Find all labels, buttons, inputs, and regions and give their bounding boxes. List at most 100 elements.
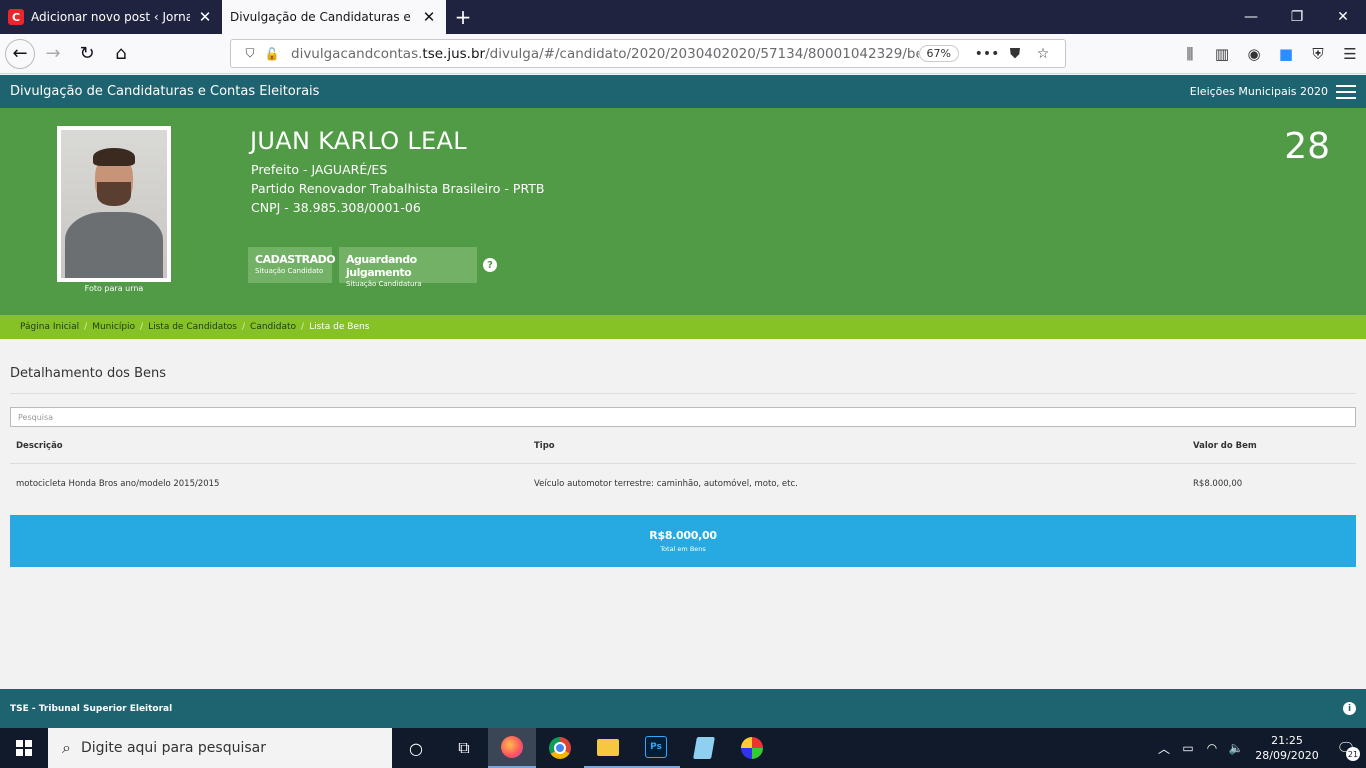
total-assets-bar: R$8.000,00 Total em Bens bbox=[10, 515, 1356, 567]
firefox-taskbar-icon[interactable] bbox=[488, 728, 536, 768]
close-window-icon[interactable]: ✕ bbox=[1320, 0, 1366, 34]
hamburger-menu-icon[interactable] bbox=[1336, 84, 1356, 99]
zoom-extension-icon[interactable]: ■ bbox=[1270, 45, 1302, 63]
column-header-descricao[interactable]: Descrição bbox=[16, 441, 63, 451]
photoshop-taskbar-icon[interactable]: Ps bbox=[632, 728, 680, 768]
bookmark-star-icon[interactable]: ☆ bbox=[1029, 46, 1057, 62]
tab-jornal[interactable]: C Adicionar novo post ‹ Jornal O ✕ bbox=[0, 0, 222, 34]
column-header-tipo[interactable]: Tipo bbox=[534, 441, 555, 451]
forward-icon[interactable]: → bbox=[37, 38, 69, 70]
site-footer: TSE - Tribunal Superior Eleitoral i bbox=[0, 689, 1366, 728]
total-label: Total em Bens bbox=[660, 545, 706, 553]
start-button[interactable] bbox=[0, 728, 48, 768]
site-header: Divulgação de Candidaturas e Contas Elei… bbox=[0, 75, 1366, 108]
notification-count: 21 bbox=[1346, 747, 1360, 761]
library-icon[interactable]: ⫼ bbox=[1174, 45, 1206, 63]
column-header-valor[interactable]: Valor do Bem bbox=[1193, 441, 1257, 451]
wifi-icon[interactable]: ◠ bbox=[1200, 741, 1224, 755]
chrome-taskbar-icon[interactable] bbox=[536, 728, 584, 768]
account-icon[interactable]: ◉ bbox=[1238, 45, 1270, 63]
page-actions-icon[interactable]: ••• bbox=[973, 46, 1001, 62]
taskbar-search-placeholder: Digite aqui para pesquisar bbox=[80, 740, 266, 756]
file-explorer-taskbar-icon[interactable] bbox=[584, 728, 632, 768]
breadcrumb-separator: / bbox=[241, 322, 246, 332]
status-candidacy-badge: Aguardando julgamento Situação Candidatu… bbox=[339, 247, 477, 288]
clock-time: 21:25 bbox=[1271, 734, 1303, 747]
task-view-icon[interactable]: ⧉ bbox=[440, 728, 488, 768]
window-controls: — ❐ ✕ bbox=[1228, 0, 1366, 34]
close-tab-icon[interactable]: ✕ bbox=[196, 8, 214, 26]
breadcrumb-separator: / bbox=[84, 322, 88, 332]
breadcrumb-candidate-list[interactable]: Lista de Candidatos bbox=[148, 322, 237, 332]
cortana-icon[interactable]: ○ bbox=[392, 728, 440, 768]
notepad-taskbar-icon[interactable] bbox=[680, 728, 728, 768]
cell-tipo: Veículo automotor terrestre: caminhão, a… bbox=[534, 479, 798, 489]
photo-caption: Foto para urna bbox=[84, 284, 144, 293]
tab-divulgacao[interactable]: Divulgação de Candidaturas e Cont ✕ bbox=[222, 0, 446, 34]
breadcrumb-separator: / bbox=[301, 322, 305, 332]
candidate-office: Prefeito - JAGUARÉ/ES bbox=[251, 162, 388, 177]
site-favicon-icon: C bbox=[8, 9, 24, 25]
election-label: Eleições Municipais 2020 bbox=[1189, 85, 1328, 98]
status-value: Aguardando julgamento bbox=[346, 253, 417, 279]
status-candidate-badge: CADASTRADO Situação Candidato bbox=[248, 247, 336, 283]
clock-date: 28/09/2020 bbox=[1255, 749, 1319, 762]
sidebar-icon[interactable]: ▥ bbox=[1206, 45, 1238, 63]
windows-taskbar: ⌕ Digite aqui para pesquisar ○ ⧉ Ps ︿ ▭ … bbox=[0, 728, 1366, 768]
restore-icon[interactable]: ❐ bbox=[1274, 0, 1320, 34]
minimize-icon[interactable]: — bbox=[1228, 0, 1274, 34]
clock[interactable]: 21:25 28/09/2020 bbox=[1248, 733, 1326, 763]
volume-icon[interactable]: 🔈 bbox=[1224, 741, 1248, 755]
help-icon[interactable]: ? bbox=[483, 258, 497, 272]
divider bbox=[10, 393, 1356, 394]
candidate-number: 28 bbox=[1284, 126, 1330, 167]
candidate-portrait bbox=[61, 130, 167, 278]
election-menu[interactable]: Eleições Municipais 2020 bbox=[1189, 84, 1356, 99]
breadcrumb-municipio[interactable]: Município bbox=[92, 322, 135, 332]
tab-label: Adicionar novo post ‹ Jornal O bbox=[31, 10, 190, 24]
pocket-icon[interactable]: ⛊ bbox=[1001, 46, 1029, 62]
reload-icon[interactable]: ↻ bbox=[71, 38, 103, 70]
back-icon[interactable]: ← bbox=[5, 38, 35, 69]
breadcrumb-current: Lista de Bens bbox=[309, 322, 370, 332]
status-label: Situação Candidatura bbox=[346, 280, 422, 288]
cell-valor: R$8.000,00 bbox=[1193, 479, 1243, 489]
address-bar[interactable]: ⛉ 🔓 divulgacandcontas.tse.jus.br/divulga… bbox=[230, 39, 1066, 68]
browser-nav-bar: ← → ↻ ⌂ ⛉ 🔓 divulgacandcontas.tse.jus.br… bbox=[0, 34, 1366, 74]
extension-shield-icon[interactable]: ⛨ bbox=[1302, 45, 1334, 63]
insecure-lock-icon[interactable]: 🔓 bbox=[261, 47, 283, 61]
browser-tab-bar: C Adicionar novo post ‹ Jornal O ✕ Divul… bbox=[0, 0, 1366, 34]
url-text[interactable]: divulgacandcontas.tse.jus.br/divulga/#/c… bbox=[291, 46, 919, 62]
candidate-cnpj: CNPJ - 38.985.308/0001-06 bbox=[251, 200, 421, 215]
section-title: Detalhamento dos Bens bbox=[10, 366, 167, 381]
shield-icon[interactable]: ⛉ bbox=[239, 46, 261, 61]
taskbar-search[interactable]: ⌕ Digite aqui para pesquisar bbox=[48, 728, 392, 768]
system-tray: ︿ ▭ ◠ 🔈 21:25 28/09/2020 🗨 21 bbox=[1152, 728, 1366, 768]
candidate-party: Partido Renovador Trabalhista Brasileiro… bbox=[251, 181, 545, 196]
search-icon: ⌕ bbox=[62, 738, 71, 757]
assets-section: Detalhamento dos Bens Descrição Tipo Val… bbox=[0, 339, 1366, 689]
zoom-level[interactable]: 67% bbox=[918, 45, 959, 62]
status-label: Situação Candidato bbox=[255, 267, 324, 275]
breadcrumb-separator: / bbox=[140, 322, 144, 332]
info-icon[interactable]: i bbox=[1343, 702, 1356, 715]
menu-icon[interactable]: ☰ bbox=[1334, 45, 1366, 63]
cell-descricao: motocicleta Honda Bros ano/modelo 2015/2… bbox=[16, 479, 220, 489]
site-title[interactable]: Divulgação de Candidaturas e Contas Elei… bbox=[10, 84, 319, 99]
battery-icon[interactable]: ▭ bbox=[1176, 741, 1200, 755]
search-input[interactable] bbox=[10, 407, 1356, 427]
tab-label: Divulgação de Candidaturas e Cont bbox=[230, 10, 414, 24]
paint-taskbar-icon[interactable] bbox=[728, 728, 776, 768]
total-value: R$8.000,00 bbox=[649, 529, 717, 542]
windows-logo-icon bbox=[16, 740, 32, 756]
candidate-photo bbox=[57, 126, 171, 282]
notification-center-icon[interactable]: 🗨 21 bbox=[1326, 739, 1366, 761]
home-icon[interactable]: ⌂ bbox=[105, 38, 137, 70]
breadcrumb-candidate[interactable]: Candidato bbox=[250, 322, 296, 332]
breadcrumb-home[interactable]: Página Inicial bbox=[20, 322, 79, 332]
new-tab-icon[interactable]: + bbox=[446, 0, 480, 34]
chevron-up-icon[interactable]: ︿ bbox=[1152, 740, 1176, 757]
browser-toolbar: ⫼ ▥ ◉ ■ ⛨ ☰ bbox=[1174, 34, 1366, 74]
close-tab-icon[interactable]: ✕ bbox=[420, 8, 438, 26]
status-value: CADASTRADO bbox=[255, 253, 336, 266]
